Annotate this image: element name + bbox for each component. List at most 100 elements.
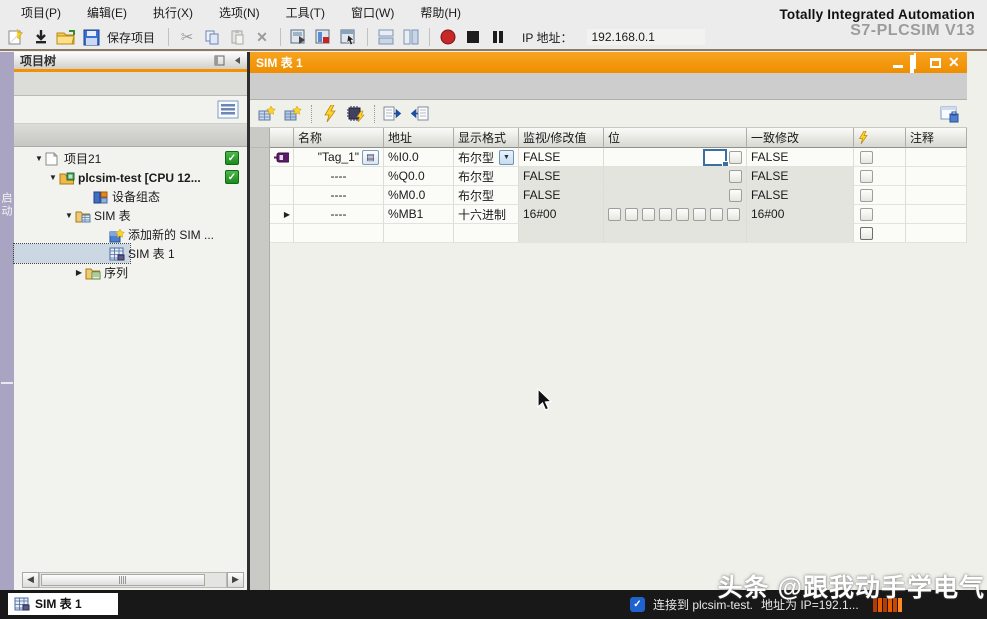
menu-execute[interactable]: 执行(X) — [140, 1, 206, 24]
split-horizontal-icon[interactable] — [375, 27, 397, 47]
consistent-cell[interactable]: FALSE — [747, 167, 854, 186]
close-icon[interactable]: ✕ — [948, 57, 961, 68]
column-comment[interactable]: 注释 — [906, 128, 967, 148]
stop-simulation-icon[interactable] — [313, 27, 335, 47]
menu-options[interactable]: 选项(N) — [206, 1, 273, 24]
maximize-icon[interactable] — [930, 58, 941, 68]
address-cell[interactable]: %I0.0 — [384, 148, 454, 167]
column-address[interactable]: 地址 — [384, 128, 454, 148]
modify-enable-checkbox[interactable] — [860, 151, 873, 164]
address-cell[interactable]: %Q0.0 — [384, 167, 454, 186]
menu-tools[interactable]: 工具(T) — [273, 1, 338, 24]
tree-item-plc[interactable]: ▼ plcsim-test [CPU 12... ✓ — [14, 168, 247, 187]
table-row-empty[interactable] — [250, 224, 967, 243]
bit-checkbox[interactable] — [729, 170, 742, 183]
comment-cell[interactable] — [906, 224, 967, 243]
taskbar-tab-sim-table[interactable]: SIM 表 1 — [8, 593, 118, 615]
bit-checkbox[interactable] — [642, 208, 655, 221]
address-cell[interactable]: %MB1 — [384, 205, 454, 224]
startup-vertical-tab[interactable]: 启动 — [0, 192, 14, 218]
table-row[interactable]: "Tag_1" ▤ %I0.0 布尔型 ▼ FALSE FALSE — [250, 148, 967, 167]
bit-checkbox[interactable] — [710, 208, 723, 221]
monitor-value-cell[interactable]: 16#00 — [519, 205, 604, 224]
bits-cell[interactable] — [604, 224, 747, 243]
expand-arrow-icon[interactable]: ▼ — [34, 154, 44, 163]
expand-arrow-icon[interactable]: ▼ — [64, 211, 74, 220]
tag-name-cell[interactable]: ---- — [294, 186, 384, 205]
tree-item-device-config[interactable]: 设备组态 — [14, 187, 247, 206]
tag-name-cell[interactable]: ---- — [294, 167, 384, 186]
bit-checkbox[interactable] — [659, 208, 672, 221]
bit-checkbox[interactable] — [729, 189, 742, 202]
column-modify-enable[interactable] — [854, 128, 906, 148]
comment-cell[interactable] — [906, 148, 967, 167]
scrollbar-thumb[interactable] — [41, 574, 205, 586]
format-dropdown-icon[interactable]: ▼ — [499, 150, 514, 165]
bit-checkbox[interactable] — [727, 208, 740, 221]
copy-icon[interactable] — [201, 27, 223, 47]
bit-checkbox[interactable] — [729, 151, 742, 164]
consistent-cell[interactable] — [747, 224, 854, 243]
start-simulation-icon[interactable] — [288, 27, 310, 47]
format-cell[interactable]: 布尔型 — [454, 167, 519, 186]
modify-enable-checkbox[interactable] — [860, 208, 873, 221]
tag-name-cell[interactable] — [294, 224, 384, 243]
new-project-icon[interactable] — [5, 27, 27, 47]
comment-cell[interactable] — [906, 167, 967, 186]
save-icon[interactable] — [80, 27, 102, 47]
paste-icon[interactable] — [226, 27, 248, 47]
table-row[interactable]: ---- %M0.0 布尔型 FALSE FALSE — [250, 186, 967, 205]
bit-checkbox[interactable] — [608, 208, 621, 221]
menu-edit[interactable]: 编辑(E) — [74, 1, 140, 24]
tree-item-sequences[interactable]: ▶ 序列 — [14, 263, 247, 282]
add-row-icon[interactable] — [282, 104, 304, 124]
tree-item-sim-tables[interactable]: ▼ SIM 表 — [14, 206, 247, 225]
menu-project[interactable]: 项目(P) — [8, 1, 74, 24]
split-vertical-icon[interactable] — [400, 27, 422, 47]
scroll-right-icon[interactable]: ▶ — [227, 572, 244, 588]
scrollbar-track[interactable] — [39, 572, 227, 588]
column-name[interactable]: 名称 — [294, 128, 384, 148]
monitor-value-cell[interactable]: FALSE — [519, 167, 604, 186]
tag-name-cell[interactable]: ---- — [294, 205, 384, 224]
column-consistent[interactable]: 一致修改 — [747, 128, 854, 148]
ip-address-field[interactable]: 192.168.0.1 — [587, 29, 705, 45]
cut-icon[interactable]: ✂ — [176, 27, 198, 47]
select-window-icon[interactable] — [338, 27, 360, 47]
open-project-icon[interactable] — [55, 27, 77, 47]
restore-icon[interactable] — [910, 55, 914, 73]
write-values-icon[interactable] — [408, 104, 430, 124]
details-view-icon[interactable] — [217, 100, 239, 119]
modify-all-icon[interactable] — [345, 104, 367, 124]
modify-enable-checkbox[interactable] — [860, 189, 873, 202]
bits-cell[interactable] — [604, 148, 747, 167]
column-bits[interactable]: 位 — [604, 128, 747, 148]
monitor-value-cell[interactable]: FALSE — [519, 186, 604, 205]
tree-item-sim-table-1[interactable]: SIM 表 1 — [14, 244, 130, 263]
stop-button[interactable] — [462, 27, 484, 47]
tag-select-button[interactable]: ▤ — [362, 150, 379, 165]
save-project-button[interactable]: 保存项目 — [107, 29, 155, 46]
expand-arrow-icon[interactable]: ▼ — [48, 173, 58, 182]
trend-view-icon[interactable] — [939, 104, 961, 124]
consistent-cell[interactable]: 16#00 — [747, 205, 854, 224]
comment-cell[interactable] — [906, 205, 967, 224]
bits-cell[interactable] — [604, 186, 747, 205]
insert-row-icon[interactable] — [256, 104, 278, 124]
menu-help[interactable]: 帮助(H) — [407, 1, 474, 24]
bits-cell[interactable] — [604, 205, 747, 224]
modify-enable-checkbox[interactable] — [860, 170, 873, 183]
expand-arrow-icon[interactable]: ▶ — [74, 268, 84, 277]
load-values-icon[interactable] — [382, 104, 404, 124]
menu-window[interactable]: 窗口(W) — [338, 1, 407, 24]
collapse-panel-icon[interactable] — [231, 55, 243, 67]
column-value[interactable]: 监视/修改值 — [519, 128, 604, 148]
table-row[interactable]: ▶ ---- %MB1 十六进制 16#00 16#00 — [250, 205, 967, 224]
tree-item-project[interactable]: ▼ 项目21 ✓ — [14, 149, 247, 168]
tree-item-add-sim-table[interactable]: 添加新的 SIM ... — [14, 225, 247, 244]
format-cell[interactable]: 布尔型 — [454, 186, 519, 205]
tree-horizontal-scrollbar[interactable]: ◀ ▶ — [22, 571, 244, 588]
address-cell[interactable]: %M0.0 — [384, 186, 454, 205]
format-cell[interactable]: 十六进制 — [454, 205, 519, 224]
auto-collapse-icon[interactable] — [213, 55, 225, 67]
